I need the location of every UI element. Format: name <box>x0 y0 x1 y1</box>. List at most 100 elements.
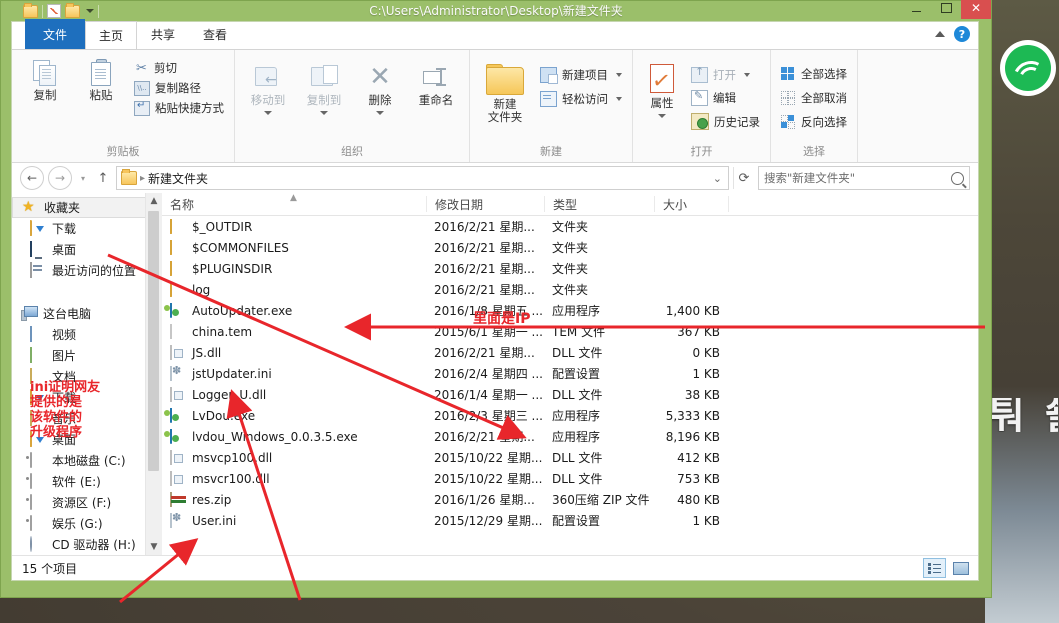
maximize-button[interactable] <box>931 0 961 19</box>
sidebar-item-desktop-folder[interactable]: 桌面 <box>12 429 162 450</box>
back-button[interactable]: ← <box>20 166 44 190</box>
view-buttons[interactable] <box>923 558 972 578</box>
copy-button[interactable]: 复制 <box>19 54 71 102</box>
tab-home[interactable]: 主页 <box>85 21 138 50</box>
select-all-button[interactable]: 全部选择 <box>778 65 850 83</box>
recent-locations-chevron-down-icon[interactable]: ▾ <box>76 167 90 189</box>
column-header-size[interactable]: 大小 <box>654 196 728 212</box>
sidebar-item-drive-c[interactable]: 本地磁盘 (C:) <box>12 450 162 471</box>
copy-to-button[interactable]: 复制到 <box>298 58 350 116</box>
select-none-button[interactable]: 全部取消 <box>778 89 850 107</box>
column-headers[interactable]: 名称 修改日期 类型 大小 ▲ <box>162 193 978 216</box>
nav-scroll-down-chevron-down-icon[interactable]: ▼ <box>146 539 162 555</box>
chevron-up-icon[interactable] <box>935 31 945 37</box>
cut-button[interactable]: ✂ 剪切 <box>131 59 227 77</box>
details-view-icon[interactable] <box>923 558 946 578</box>
sidebar-item-recent-places[interactable]: 最近访问的位置 <box>12 260 162 281</box>
cell-name[interactable]: china.tem <box>162 324 426 339</box>
cell-name[interactable]: res.zip <box>162 492 426 507</box>
cell-name[interactable]: JS.dll <box>162 345 426 360</box>
address-bar[interactable]: ▸ 新建文件夹 ⌄ <box>116 166 729 190</box>
sidebar-item-music[interactable]: 音乐 <box>12 408 162 429</box>
copy-path-button[interactable]: \\.. 复制路径 <box>131 79 227 97</box>
table-row[interactable]: Logger_U.dll 2016/1/4 星期一 ... DLL 文件 38 KB <box>162 384 978 405</box>
delete-chevron-down-icon[interactable] <box>376 111 384 116</box>
paste-button[interactable]: 粘贴 <box>75 54 127 102</box>
sidebar-item-downloads-2[interactable]: 下载 <box>12 387 162 408</box>
paste-shortcut-button[interactable]: 粘贴快捷方式 <box>131 99 227 117</box>
column-header-date[interactable]: 修改日期 <box>426 196 544 212</box>
sidebar-item-drive-g[interactable]: 娱乐 (G:) <box>12 513 162 534</box>
ribbon-right-controls[interactable]: ? <box>935 26 970 42</box>
nav-scrollbar[interactable]: ▲ ▼ <box>145 193 162 555</box>
cell-name[interactable]: User.ini <box>162 513 426 528</box>
tab-share[interactable]: 共享 <box>137 20 189 49</box>
history-button[interactable]: 历史记录 <box>688 112 763 131</box>
search-input[interactable]: 搜索"新建文件夹" <box>758 166 970 190</box>
edit-button[interactable]: 编辑 <box>688 89 763 107</box>
move-to-button[interactable]: ← 移动到 <box>242 58 294 116</box>
nav-scroll-thumb[interactable] <box>148 211 159 471</box>
cell-name[interactable]: $_OUTDIR <box>162 219 426 234</box>
up-button[interactable]: ↑ <box>94 167 112 189</box>
table-row[interactable]: AutoUpdater.exe 2016/1/8 星期五 ... 应用程序 1,400… <box>162 300 978 321</box>
quick-access-toolbar[interactable] <box>1 1 99 21</box>
qat-new-folder-icon[interactable] <box>47 4 61 18</box>
sidebar-item-documents[interactable]: 文档 <box>12 366 162 387</box>
cell-name[interactable]: msvcr100.dll <box>162 471 426 486</box>
table-row[interactable]: msvcr100.dll 2015/10/22 星期... DLL 文件 753 KB <box>162 468 978 489</box>
cell-name[interactable]: jstUpdater.ini <box>162 366 426 381</box>
easy-access-button[interactable]: 轻松访问 <box>537 90 625 108</box>
close-button[interactable]: ✕ <box>961 0 991 19</box>
refresh-button[interactable]: ⟳ <box>733 167 754 189</box>
cell-name[interactable]: lvdou_Windows_0.0.3.5.exe <box>162 429 426 444</box>
table-row[interactable]: JS.dll 2016/2/21 星期... DLL 文件 0 KB <box>162 342 978 363</box>
sidebar-item-favorites[interactable]: ★ 收藏夹 <box>12 197 162 218</box>
table-row[interactable]: LvDou.exe 2016/2/3 星期三 ... 应用程序 5,333 KB <box>162 405 978 426</box>
sidebar-item-drive-e[interactable]: 软件 (E:) <box>12 471 162 492</box>
sidebar-item-downloads[interactable]: 下载 <box>12 218 162 239</box>
sidebar-item-desktop[interactable]: 桌面 <box>12 239 162 260</box>
properties-chevron-down-icon[interactable] <box>658 114 666 119</box>
magnifier-icon[interactable] <box>951 171 964 185</box>
column-header-blank[interactable] <box>728 196 978 212</box>
move-to-chevron-down-icon[interactable] <box>264 111 272 116</box>
sidebar-item-this-pc[interactable]: 这台电脑 <box>12 303 162 324</box>
table-row[interactable]: lvdou_Windows_0.0.3.5.exe 2016/2/21 星期...… <box>162 426 978 447</box>
forward-button[interactable]: → <box>48 166 72 190</box>
table-row[interactable]: res.zip 2016/1/26 星期... 360压缩 ZIP 文件 480 KB <box>162 489 978 510</box>
copy-to-chevron-down-icon[interactable] <box>320 111 328 116</box>
delete-button[interactable]: ✕ 删除 <box>354 58 406 116</box>
table-row[interactable]: msvcp100.dll 2015/10/22 星期... DLL 文件 412 KB <box>162 447 978 468</box>
table-row[interactable]: $_OUTDIR 2016/2/21 星期... 文件夹 <box>162 216 978 237</box>
table-row[interactable]: User.ini 2015/12/29 星期... 配置设置 1 KB <box>162 510 978 531</box>
cell-name[interactable]: AutoUpdater.exe <box>162 303 426 318</box>
navigation-pane[interactable]: ★ 收藏夹 下载 桌面 最近访问的位置 这台电脑 视频 图片 文档 下载 音乐 … <box>12 193 162 555</box>
cell-name[interactable]: Logger_U.dll <box>162 387 426 402</box>
table-row[interactable]: $PLUGINSDIR 2016/2/21 星期... 文件夹 <box>162 258 978 279</box>
cell-name[interactable]: LvDou.exe <box>162 408 426 423</box>
cell-name[interactable]: $COMMONFILES <box>162 240 426 255</box>
help-icon[interactable]: ? <box>954 26 970 42</box>
new-folder-button[interactable]: 新建 文件夹 <box>477 58 533 124</box>
table-row[interactable]: jstUpdater.ini 2016/2/4 星期四 ... 配置设置 1 KB <box>162 363 978 384</box>
nav-scroll-up-chevron-up-icon[interactable]: ▲ <box>146 193 162 209</box>
address-bar-tail[interactable]: ⌄ <box>713 172 726 185</box>
sidebar-item-cd-drive[interactable]: CD 驱动器 (H:) <box>12 534 162 555</box>
new-item-chevron-down-icon[interactable] <box>616 73 622 77</box>
window-controls[interactable]: ✕ <box>901 0 991 19</box>
invert-selection-button[interactable]: 反向选择 <box>778 113 850 131</box>
table-row[interactable]: log 2016/2/21 星期... 文件夹 <box>162 279 978 300</box>
large-icons-view-icon[interactable] <box>949 558 972 578</box>
qat-customize-chevron-down-icon[interactable] <box>86 9 94 13</box>
cell-name[interactable]: log <box>162 282 426 297</box>
cell-name[interactable]: msvcp100.dll <box>162 450 426 465</box>
open-button[interactable]: 打开 <box>688 65 763 84</box>
table-row[interactable]: china.tem 2015/6/1 星期一 ... TEM 文件 367 KB <box>162 321 978 342</box>
qat-properties-icon[interactable] <box>23 2 38 18</box>
table-row[interactable]: $COMMONFILES 2016/2/21 星期... 文件夹 <box>162 237 978 258</box>
easy-access-chevron-down-icon[interactable] <box>616 97 622 101</box>
minimize-button[interactable] <box>901 0 931 19</box>
rename-button[interactable]: 重命名 <box>410 58 462 107</box>
ribbon-tabs[interactable]: 文件 主页 共享 查看 ? <box>12 19 978 50</box>
